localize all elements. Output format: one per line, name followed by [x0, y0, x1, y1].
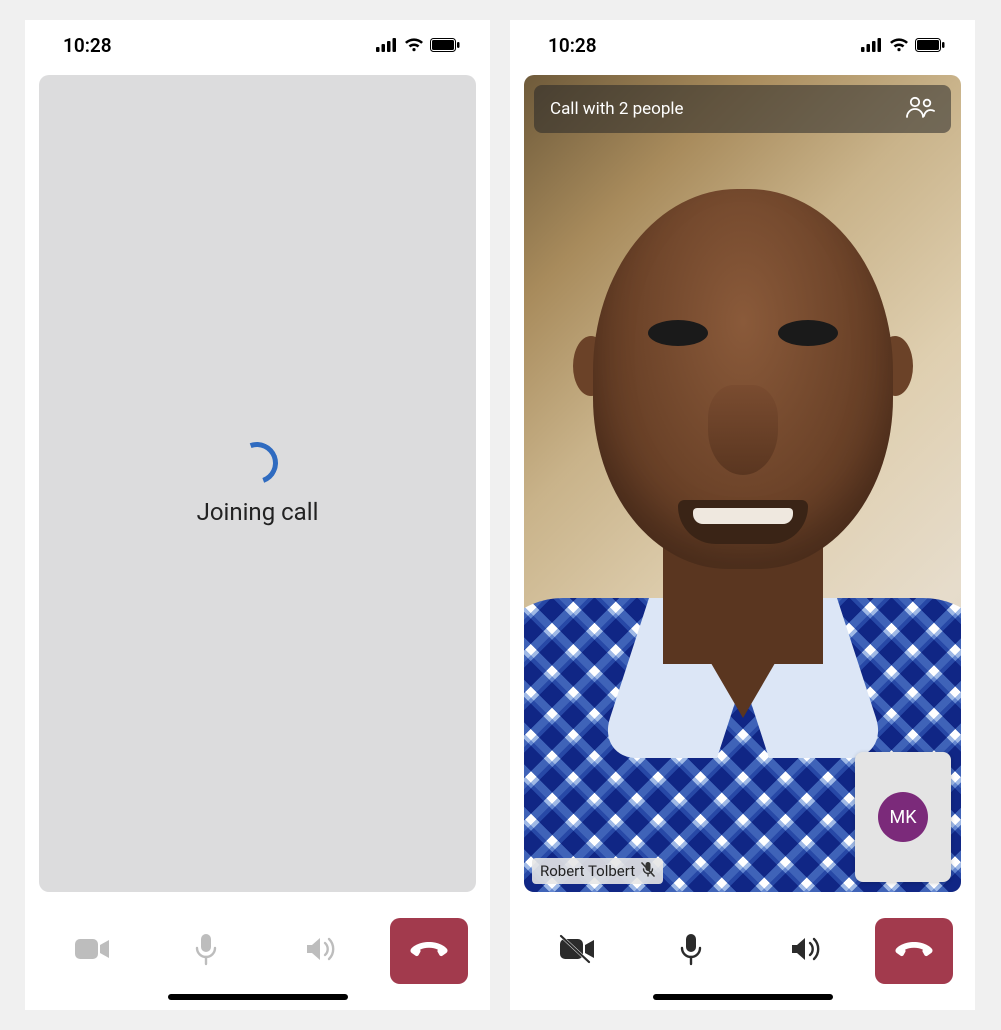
hangup-icon: [894, 940, 934, 962]
self-view-tile[interactable]: MK: [855, 752, 951, 882]
speaker-toggle-button[interactable]: [761, 918, 851, 984]
home-indicator[interactable]: [653, 994, 833, 1000]
call-title: Call with 2 people: [550, 99, 684, 119]
battery-icon: [915, 34, 945, 57]
cellular-icon: [376, 34, 398, 57]
mic-muted-icon: [641, 861, 655, 881]
camera-off-icon: [559, 934, 595, 968]
mic-toggle-button[interactable]: [646, 918, 736, 984]
cellular-icon: [861, 34, 883, 57]
speaker-icon: [789, 934, 823, 968]
spinner-icon: [230, 435, 286, 491]
hangup-button[interactable]: [875, 918, 953, 984]
microphone-icon: [193, 932, 219, 970]
status-indicators: [861, 34, 945, 57]
status-time: 10:28: [63, 34, 112, 57]
status-bar: 10:28: [510, 20, 975, 70]
hangup-button[interactable]: [390, 918, 468, 984]
wifi-icon: [889, 34, 909, 57]
camera-toggle-button[interactable]: [47, 918, 137, 984]
self-avatar: MK: [878, 792, 928, 842]
avatar-initials: MK: [889, 807, 916, 828]
call-header-bar: Call with 2 people: [534, 85, 951, 133]
loading-text: Joining call: [197, 498, 319, 526]
call-stage-video[interactable]: Call with 2 people Robert Tolbert MK: [524, 75, 961, 892]
status-time: 10:28: [548, 34, 597, 57]
call-stage-loading: Joining call: [39, 75, 476, 892]
participants-button[interactable]: [905, 96, 935, 123]
camera-icon: [74, 936, 110, 966]
participant-name-tag: Robert Tolbert: [532, 858, 663, 884]
phone-joining: 10:28 Joining call: [25, 20, 490, 1010]
hangup-icon: [409, 940, 449, 962]
microphone-icon: [678, 932, 704, 970]
status-indicators: [376, 34, 460, 57]
battery-icon: [430, 34, 460, 57]
call-controls: [25, 892, 490, 1010]
camera-toggle-button[interactable]: [532, 918, 622, 984]
status-bar: 10:28: [25, 20, 490, 70]
speaker-icon: [304, 934, 338, 968]
call-controls: [510, 892, 975, 1010]
mic-toggle-button[interactable]: [161, 918, 251, 984]
speaker-toggle-button[interactable]: [276, 918, 366, 984]
home-indicator[interactable]: [168, 994, 348, 1000]
phone-active-call: 10:28 Call with 2 people: [510, 20, 975, 1010]
participant-name: Robert Tolbert: [540, 862, 635, 880]
loading-indicator: Joining call: [197, 442, 319, 526]
people-icon: [905, 103, 935, 123]
wifi-icon: [404, 34, 424, 57]
